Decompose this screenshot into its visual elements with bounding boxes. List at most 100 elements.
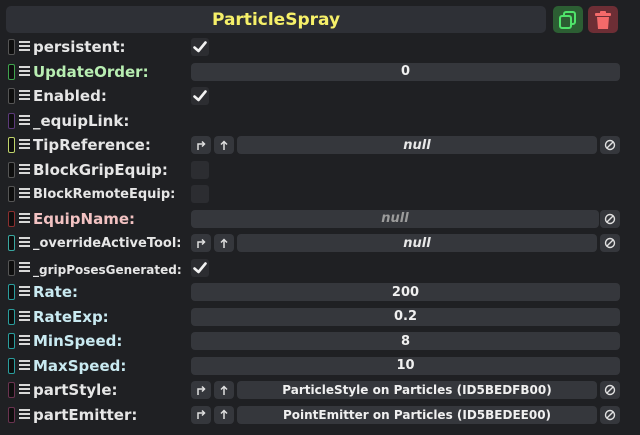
clear-reference-button[interactable] <box>600 405 620 424</box>
field-row: partStyle: ParticleStyle on Particles (ID… <box>0 378 640 403</box>
field-type-indicator[interactable] <box>8 235 15 251</box>
field-label: UpdateOrder: <box>33 62 149 81</box>
field-row: partEmitter: PointEmitter on Particles (I… <box>0 403 640 428</box>
field-checkbox[interactable] <box>191 38 209 56</box>
arrow-up-icon <box>220 237 228 248</box>
clear-reference-button[interactable] <box>600 381 620 399</box>
arrow-up-icon <box>220 409 228 419</box>
drag-handle-icon[interactable] <box>19 65 30 78</box>
field-checkbox[interactable] <box>191 87 209 105</box>
jump-to-source-button[interactable] <box>191 136 211 154</box>
field-type-indicator[interactable] <box>8 284 15 300</box>
jump-to-source-icon <box>197 140 206 150</box>
field-type-indicator[interactable] <box>8 112 15 129</box>
field-row: _overrideActiveTool: null <box>0 231 640 256</box>
field-row: MaxSpeed: 10 <box>0 354 640 379</box>
field-label: persistent: <box>33 38 126 56</box>
field-value-input[interactable]: 0 <box>191 62 620 81</box>
jump-to-source-icon <box>197 409 206 419</box>
drag-handle-icon[interactable] <box>19 261 30 274</box>
field-label: MinSpeed: <box>33 332 123 350</box>
drag-handle-icon[interactable] <box>19 212 30 225</box>
field-value-input[interactable]: 200 <box>191 283 620 301</box>
jump-to-source-icon <box>197 238 206 248</box>
duplicate-component-button[interactable] <box>553 6 583 33</box>
drag-handle-icon[interactable] <box>19 139 30 151</box>
field-label: _overrideActiveTool: <box>33 236 182 251</box>
jump-to-source-icon <box>197 385 206 395</box>
field-string-input[interactable]: null <box>191 209 599 228</box>
grab-reference-button[interactable] <box>214 405 234 424</box>
jump-to-source-button[interactable] <box>191 381 211 399</box>
field-type-indicator[interactable] <box>8 39 15 55</box>
field-type-indicator[interactable] <box>8 406 15 423</box>
field-type-indicator[interactable] <box>8 357 15 374</box>
drag-handle-icon[interactable] <box>19 90 30 102</box>
grab-reference-button[interactable] <box>214 136 234 154</box>
reference-field[interactable]: ParticleStyle on Particles (ID5BEDFB00) <box>237 381 597 399</box>
drag-handle-icon[interactable] <box>19 310 30 323</box>
grab-reference-button[interactable] <box>214 234 234 252</box>
field-label: EquipName: <box>33 209 136 228</box>
drag-handle-icon[interactable] <box>19 408 30 421</box>
field-type-indicator[interactable] <box>8 308 15 325</box>
field-checkbox[interactable] <box>191 258 209 277</box>
clear-null-icon <box>604 384 616 396</box>
grab-reference-button[interactable] <box>214 381 234 399</box>
drag-handle-icon[interactable] <box>19 359 30 372</box>
jump-to-source-button[interactable] <box>191 405 211 424</box>
checkmark-icon <box>193 261 207 273</box>
field-checkbox[interactable] <box>191 185 209 203</box>
field-label: RateExp: <box>33 307 109 326</box>
jump-to-source-button[interactable] <box>191 234 211 252</box>
field-value-input[interactable]: 0.2 <box>191 307 620 326</box>
drag-handle-icon[interactable] <box>19 188 30 200</box>
drag-handle-icon[interactable] <box>19 114 30 127</box>
field-list: persistent: UpdateOrder: 0 Enabled: _equipLi… <box>0 35 640 427</box>
field-label: partStyle: <box>33 381 118 399</box>
field-type-indicator[interactable] <box>8 186 15 202</box>
drag-handle-icon[interactable] <box>19 335 30 347</box>
clear-reference-button[interactable] <box>600 234 620 252</box>
drag-handle-icon[interactable] <box>19 41 30 53</box>
field-checkbox[interactable] <box>191 160 209 179</box>
checkmark-icon <box>193 90 207 102</box>
drag-handle-icon[interactable] <box>19 163 30 176</box>
field-label: partEmitter: <box>33 405 138 424</box>
field-row: Enabled: <box>0 84 640 109</box>
field-type-indicator[interactable] <box>8 382 15 398</box>
field-value-input[interactable]: 8 <box>191 332 620 350</box>
reference-field[interactable]: null <box>237 136 597 154</box>
drag-handle-icon[interactable] <box>19 286 30 298</box>
arrow-up-icon <box>220 384 228 395</box>
drag-handle-icon[interactable] <box>19 384 30 396</box>
field-label: TipReference: <box>33 136 151 154</box>
field-type-indicator[interactable] <box>8 210 15 227</box>
arrow-up-icon <box>220 139 228 150</box>
clear-null-icon <box>604 139 616 151</box>
field-label: _equipLink: <box>33 111 130 130</box>
field-row: RateExp: 0.2 <box>0 305 640 330</box>
field-row: MinSpeed: 8 <box>0 329 640 354</box>
field-type-indicator[interactable] <box>8 137 15 153</box>
field-label: MaxSpeed: <box>33 356 127 375</box>
clear-reference-button[interactable] <box>600 136 620 154</box>
field-value-input[interactable]: 10 <box>191 356 620 375</box>
reference-field[interactable]: PointEmitter on Particles (ID5BEDEE00) <box>237 405 597 424</box>
field-label: Rate: <box>33 283 79 301</box>
field-row: Rate: 200 <box>0 280 640 305</box>
delete-component-button[interactable] <box>588 6 618 33</box>
field-row: persistent: <box>0 35 640 60</box>
field-type-indicator[interactable] <box>8 161 15 178</box>
clear-null-icon <box>604 409 616 420</box>
field-type-indicator[interactable] <box>8 63 15 80</box>
field-row: UpdateOrder: 0 <box>0 60 640 85</box>
field-label: _gripPosesGenerated: <box>33 262 182 277</box>
reference-field[interactable]: null <box>237 234 597 252</box>
field-type-indicator[interactable] <box>8 333 15 349</box>
drag-handle-icon[interactable] <box>19 237 30 249</box>
field-type-indicator[interactable] <box>8 259 15 276</box>
set-null-button[interactable] <box>600 209 620 228</box>
field-label: BlockGripEquip: <box>33 160 168 179</box>
field-type-indicator[interactable] <box>8 88 15 104</box>
